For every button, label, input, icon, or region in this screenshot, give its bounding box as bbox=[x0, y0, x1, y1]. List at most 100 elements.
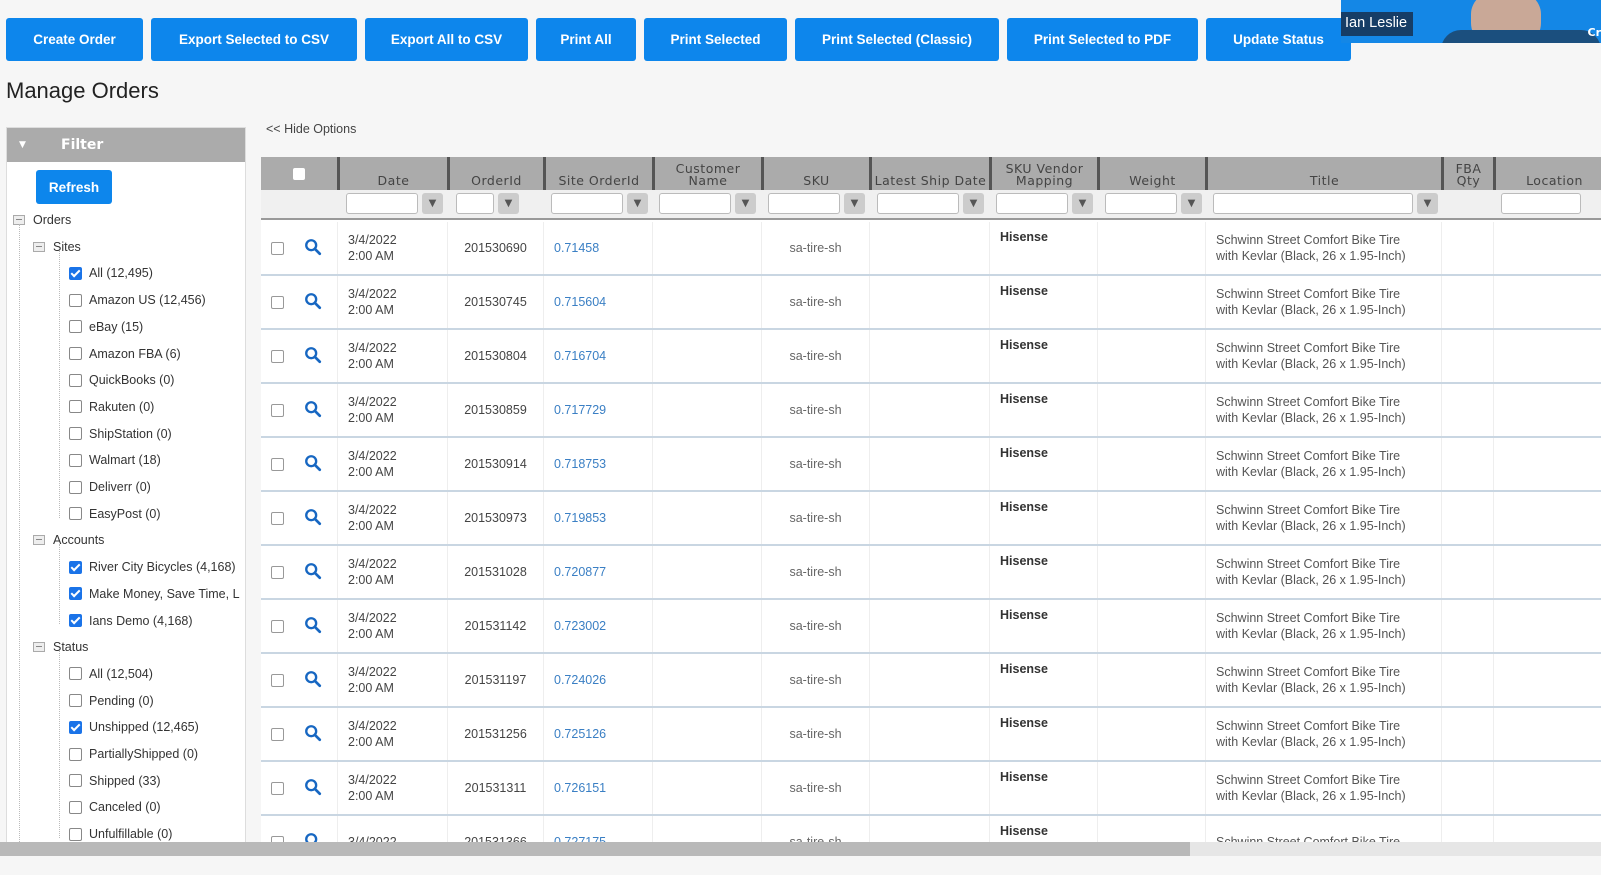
tree-item-site[interactable]: Walmart (18) bbox=[69, 450, 161, 470]
magnifier-icon[interactable] bbox=[304, 346, 322, 367]
table-row[interactable]: 3/4/2022 2:00 AM 201531028 0.720877 sa-tire-… bbox=[261, 546, 1601, 600]
checkbox[interactable] bbox=[69, 774, 82, 788]
tree-item-site[interactable]: All (12,495) bbox=[69, 263, 153, 283]
filter-funnel-icon[interactable]: ▼ bbox=[844, 193, 865, 214]
site-order-id-link[interactable]: 0.715604 bbox=[554, 295, 606, 309]
filter-funnel-icon[interactable]: ▼ bbox=[735, 193, 756, 214]
table-row[interactable]: 3/4/2022 2:00 AM 201530745 0.715604 sa-tire-… bbox=[261, 276, 1601, 330]
filter-funnel-icon[interactable]: ▼ bbox=[498, 193, 519, 214]
row-checkbox[interactable] bbox=[271, 349, 284, 363]
column-header[interactable]: Latest Ship Date bbox=[869, 157, 989, 190]
table-row[interactable]: 3/4/2022 2:00 AM 201531311 0.726151 sa-tire-… bbox=[261, 762, 1601, 816]
checkbox[interactable] bbox=[69, 827, 82, 841]
site-order-id-link[interactable]: 0.71458 bbox=[554, 241, 599, 255]
column-filter-input-weight[interactable] bbox=[1105, 193, 1177, 214]
filter-funnel-icon[interactable]: ▼ bbox=[963, 193, 984, 214]
row-checkbox[interactable] bbox=[271, 241, 284, 255]
checkbox[interactable] bbox=[69, 347, 82, 360]
site-order-id-link[interactable]: 0.719853 bbox=[554, 511, 606, 525]
magnifier-icon[interactable] bbox=[304, 562, 322, 583]
print-selected-pdf-button[interactable]: Print Selected to PDF bbox=[1007, 18, 1198, 61]
tree-item-site[interactable]: Rakuten (0) bbox=[69, 397, 154, 417]
table-row[interactable]: 3/4/2022 2:00 AM 201530973 0.719853 sa-tire-… bbox=[261, 492, 1601, 546]
column-filter-input-customer-name[interactable] bbox=[659, 193, 731, 214]
export-selected-csv-button[interactable]: Export Selected to CSV bbox=[151, 18, 357, 61]
row-checkbox[interactable] bbox=[271, 619, 284, 633]
magnifier-icon[interactable] bbox=[304, 508, 322, 529]
table-row[interactable]: 3/4/2022 2:00 AM 201530690 0.71458 sa-tire-s… bbox=[261, 222, 1601, 276]
row-checkbox[interactable] bbox=[271, 511, 284, 525]
magnifier-icon[interactable] bbox=[304, 616, 322, 637]
tree-node-sites[interactable]: Sites bbox=[33, 237, 81, 257]
checkbox[interactable] bbox=[69, 694, 82, 708]
tree-item-status[interactable]: Shipped (33) bbox=[69, 771, 161, 791]
collapse-toggle-icon[interactable] bbox=[33, 535, 45, 546]
column-header[interactable]: Location bbox=[1493, 157, 1601, 190]
column-header[interactable]: OrderId bbox=[447, 157, 543, 190]
column-filter-input-site-orderid[interactable] bbox=[551, 193, 623, 214]
table-row[interactable]: 3/4/2022 2:00 AM 201530804 0.716704 sa-tire-… bbox=[261, 330, 1601, 384]
site-order-id-link[interactable]: 0.725126 bbox=[554, 727, 606, 741]
column-header[interactable]: Date bbox=[337, 157, 447, 190]
magnifier-icon[interactable] bbox=[304, 454, 322, 475]
magnifier-icon[interactable] bbox=[304, 778, 322, 799]
row-checkbox[interactable] bbox=[271, 781, 284, 795]
checkbox[interactable] bbox=[69, 507, 82, 521]
tree-item-site[interactable]: EasyPost (0) bbox=[69, 504, 161, 524]
checkbox[interactable] bbox=[69, 747, 82, 761]
table-row[interactable]: 3/4/2022 2:00 AM 201531142 0.723002 sa-tire-… bbox=[261, 600, 1601, 654]
site-order-id-link[interactable]: 0.726151 bbox=[554, 781, 606, 795]
checkbox[interactable] bbox=[69, 560, 82, 574]
row-checkbox[interactable] bbox=[271, 403, 284, 417]
filter-funnel-icon[interactable]: ▼ bbox=[1072, 193, 1093, 214]
print-selected-classic-button[interactable]: Print Selected (Classic) bbox=[795, 18, 999, 61]
row-checkbox[interactable] bbox=[271, 673, 284, 687]
checkbox[interactable] bbox=[69, 800, 82, 814]
tree-item-site[interactable]: QuickBooks (0) bbox=[69, 370, 174, 390]
column-filter-input-sku[interactable] bbox=[768, 193, 840, 214]
checkbox[interactable] bbox=[69, 587, 82, 601]
export-all-csv-button[interactable]: Export All to CSV bbox=[365, 18, 528, 61]
tree-item-account[interactable]: Make Money, Save Time, L bbox=[69, 584, 240, 604]
table-row[interactable]: 3/4/2022 2:00 AM 201530914 0.718753 sa-tire-… bbox=[261, 438, 1601, 492]
site-order-id-link[interactable]: 0.724026 bbox=[554, 673, 606, 687]
column-filter-input-date[interactable] bbox=[346, 193, 418, 214]
magnifier-icon[interactable] bbox=[304, 670, 322, 691]
checkbox[interactable] bbox=[69, 720, 82, 734]
create-order-button[interactable]: Create Order bbox=[6, 18, 143, 61]
horizontal-scrollbar[interactable] bbox=[0, 842, 1601, 856]
site-order-id-link[interactable]: 0.723002 bbox=[554, 619, 606, 633]
print-selected-button[interactable]: Print Selected bbox=[644, 18, 787, 61]
checkbox[interactable] bbox=[69, 373, 82, 387]
checkbox[interactable] bbox=[69, 667, 82, 681]
column-filter-input-latest-ship-date[interactable] bbox=[877, 193, 959, 214]
column-filter-input-orderid[interactable] bbox=[456, 193, 494, 214]
tree-item-site[interactable]: ShipStation (0) bbox=[69, 424, 172, 444]
row-checkbox[interactable] bbox=[271, 295, 284, 309]
magnifier-icon[interactable] bbox=[304, 292, 322, 313]
tree-item-site[interactable]: Amazon FBA (6) bbox=[69, 344, 181, 364]
row-checkbox[interactable] bbox=[271, 727, 284, 741]
tree-item-site[interactable]: eBay (15) bbox=[69, 317, 143, 337]
site-order-id-link[interactable]: 0.716704 bbox=[554, 349, 606, 363]
magnifier-icon[interactable] bbox=[304, 238, 322, 259]
table-row[interactable]: 3/4/2022 2:00 AM 201531256 0.725126 sa-tire-… bbox=[261, 708, 1601, 762]
tree-item-account[interactable]: Ians Demo (4,168) bbox=[69, 611, 193, 631]
refresh-button[interactable]: Refresh bbox=[36, 170, 112, 204]
site-order-id-link[interactable]: 0.718753 bbox=[554, 457, 606, 471]
filter-funnel-icon[interactable]: ▼ bbox=[627, 193, 648, 214]
column-header[interactable]: FBA Qty bbox=[1441, 157, 1493, 190]
update-status-button[interactable]: Update Status bbox=[1206, 18, 1351, 61]
caret-down-icon[interactable]: ▼ bbox=[19, 140, 31, 150]
select-all-header[interactable] bbox=[261, 157, 337, 190]
tree-node-accounts[interactable]: Accounts bbox=[33, 530, 104, 550]
column-filter-input-location[interactable] bbox=[1501, 193, 1581, 214]
magnifier-icon[interactable] bbox=[304, 400, 322, 421]
filter-header[interactable]: ▼ Filter bbox=[7, 128, 245, 162]
site-order-id-link[interactable]: 0.717729 bbox=[554, 403, 606, 417]
tree-item-site[interactable]: Deliverr (0) bbox=[69, 477, 151, 497]
column-header[interactable]: Site OrderId bbox=[543, 157, 652, 190]
tree-item-status[interactable]: Canceled (0) bbox=[69, 797, 161, 817]
collapse-toggle-icon[interactable] bbox=[33, 642, 45, 653]
filter-funnel-icon[interactable]: ▼ bbox=[1181, 193, 1202, 214]
